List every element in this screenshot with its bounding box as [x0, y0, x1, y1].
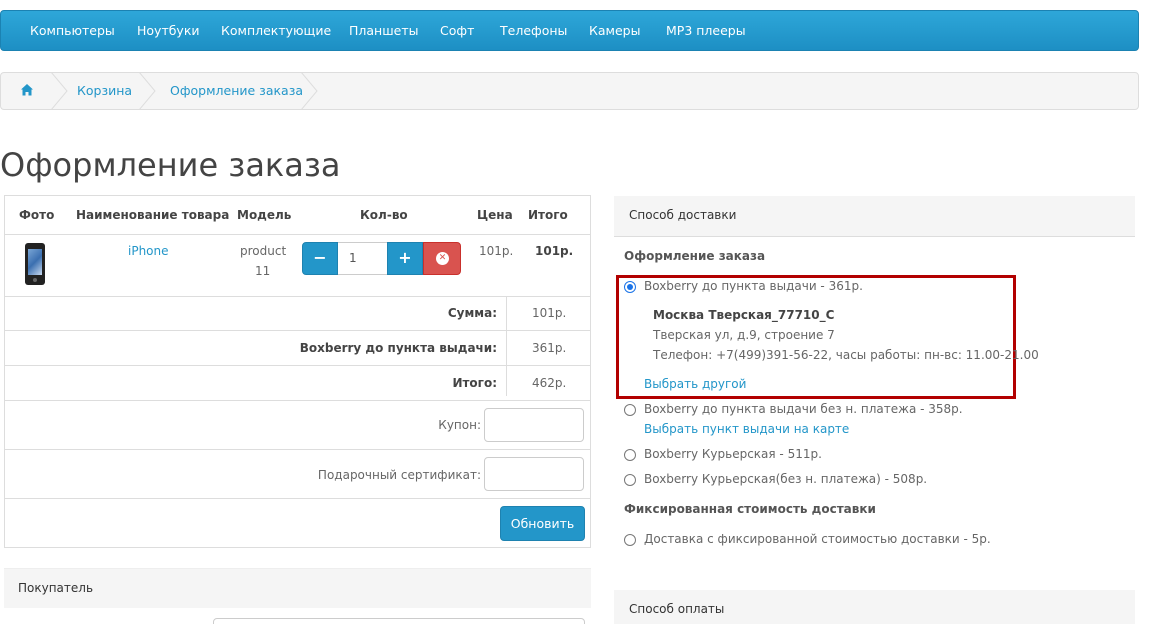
- home-icon[interactable]: [20, 83, 34, 97]
- shipping-radio-2[interactable]: [624, 449, 636, 461]
- shipping-panel-header: Способ доставки: [614, 196, 1135, 237]
- pickup-point-address: Тверская ул, д.9, строение 7: [653, 328, 835, 342]
- nav-item-cameras[interactable]: Камеры: [589, 23, 640, 38]
- coupon-label: Купон:: [438, 418, 481, 432]
- sum-value: 101р.: [532, 306, 567, 320]
- divider: [5, 330, 590, 331]
- shipping-cost-label: Boxberry до пункта выдачи:: [299, 341, 497, 355]
- breadcrumb: Корзина Оформление заказа: [0, 72, 1139, 110]
- sum-label: Сумма:: [447, 306, 497, 320]
- breadcrumb-cart[interactable]: Корзина: [77, 83, 132, 98]
- payment-title: Способ оплаты: [629, 602, 725, 616]
- buyer-title: Покупатель: [18, 581, 94, 595]
- page-title: Оформление заказа: [0, 146, 341, 184]
- total-value: 462р.: [532, 376, 567, 390]
- coupon-input[interactable]: [484, 408, 584, 442]
- divider: [5, 400, 590, 401]
- col-photo: Фото: [19, 208, 55, 222]
- quantity-input[interactable]: 1: [338, 242, 387, 275]
- product-total: 101р.: [535, 244, 574, 258]
- choose-on-map-link[interactable]: Выбрать пункт выдачи на карте: [644, 422, 849, 436]
- shipping-radio-0[interactable]: [624, 281, 636, 293]
- nav-item-computers[interactable]: Компьютеры: [30, 23, 115, 38]
- shipping-radio-3[interactable]: [624, 474, 636, 486]
- divider: [5, 449, 590, 450]
- shipping-option-0[interactable]: Boxberry до пункта выдачи - 361р.: [644, 279, 863, 293]
- nav-item-tablets[interactable]: Планшеты: [349, 23, 419, 38]
- gift-certificate-input[interactable]: [484, 457, 584, 491]
- shipping-option-1[interactable]: Boxberry до пункта выдачи без н. платежа…: [644, 402, 963, 416]
- col-qty: Кол-во: [360, 208, 408, 222]
- buyer-panel-header: Покупатель: [4, 568, 591, 608]
- nav-item-mp3[interactable]: MP3 плееры: [666, 23, 746, 38]
- product-image[interactable]: [25, 243, 45, 285]
- shipping-option-2[interactable]: Boxberry Курьерская - 511р.: [644, 447, 822, 461]
- col-name: Наименование товара: [76, 208, 230, 222]
- breadcrumb-separator: [139, 73, 156, 109]
- product-price: 101р.: [479, 244, 514, 258]
- divider: [5, 296, 590, 297]
- nav-item-components[interactable]: Комплектующие: [221, 23, 331, 38]
- fixed-shipping-option[interactable]: Доставка с фиксированной стоимостью дост…: [644, 532, 991, 546]
- shipping-option-3[interactable]: Boxberry Курьерская(без н. платежа) - 50…: [644, 472, 927, 486]
- remove-icon: ✕: [436, 252, 449, 265]
- breadcrumb-checkout[interactable]: Оформление заказа: [170, 83, 303, 98]
- divider: [5, 234, 590, 235]
- decrease-qty-button[interactable]: −: [302, 242, 338, 275]
- top-nav: Компьютеры Ноутбуки Комплектующие Планше…: [0, 10, 1139, 51]
- shipping-title: Способ доставки: [629, 208, 737, 222]
- shipping-radio-1[interactable]: [624, 404, 636, 416]
- breadcrumb-separator: [301, 73, 318, 109]
- increase-qty-button[interactable]: +: [387, 242, 423, 275]
- remove-item-button[interactable]: ✕: [423, 242, 461, 275]
- col-price: Цена: [477, 208, 513, 222]
- shipping-group-title: Оформление заказа: [624, 249, 766, 263]
- breadcrumb-separator: [51, 73, 68, 109]
- change-pickup-point-link[interactable]: Выбрать другой: [644, 377, 746, 391]
- fixed-shipping-title: Фиксированная стоимость доставки: [624, 502, 876, 516]
- pickup-point-name: Москва Тверская_77710_С: [653, 308, 835, 322]
- total-label: Итого:: [452, 376, 497, 390]
- product-name[interactable]: iPhone: [128, 244, 169, 258]
- nav-item-software[interactable]: Софт: [440, 23, 474, 38]
- product-model-number: 11: [255, 264, 271, 278]
- divider: [5, 365, 590, 366]
- shipping-cost-value: 361р.: [532, 341, 567, 355]
- cart-table: Фото Наименование товара Модель Кол-во Ц…: [4, 195, 591, 548]
- nav-item-phones[interactable]: Телефоны: [500, 23, 567, 38]
- gift-certificate-label: Подарочный сертификат:: [317, 468, 481, 482]
- pickup-point-phone: Телефон: +7(499)391-56-22, часы работы: …: [653, 348, 1039, 362]
- divider: [506, 296, 507, 396]
- buyer-field[interactable]: [213, 618, 585, 624]
- col-total: Итого: [528, 208, 568, 222]
- divider: [5, 498, 590, 499]
- nav-item-laptops[interactable]: Ноутбуки: [137, 23, 200, 38]
- product-model: product: [240, 244, 287, 258]
- update-button[interactable]: Обновить: [500, 506, 585, 541]
- fixed-shipping-radio[interactable]: [624, 534, 636, 546]
- col-model: Модель: [237, 208, 292, 222]
- payment-panel-header: Способ оплаты: [614, 590, 1135, 624]
